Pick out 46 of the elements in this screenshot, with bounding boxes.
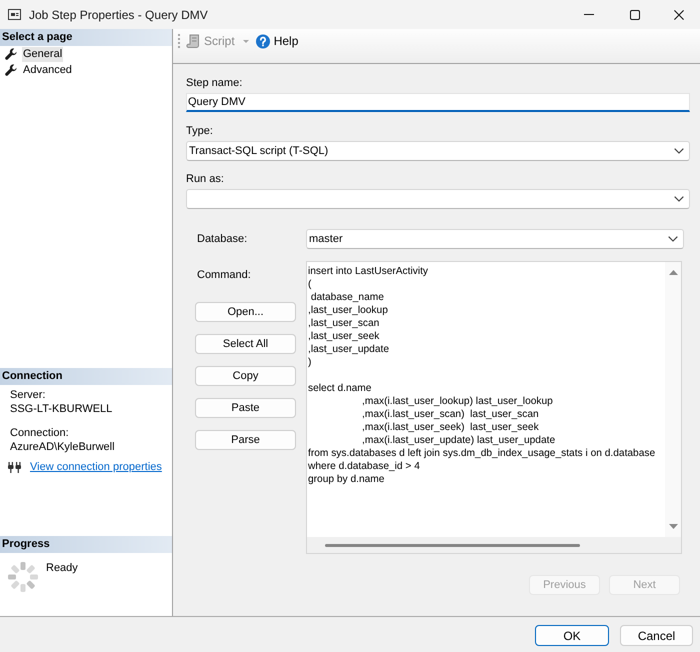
wrench-icon (5, 64, 17, 76)
wrench-icon (5, 48, 17, 60)
section-header: Select a page (0, 29, 172, 46)
field-value: SSG-LT-KBURWELL (10, 402, 114, 416)
ok-button[interactable]: OK (535, 625, 609, 646)
help-button[interactable]: Help (256, 31, 298, 51)
section-header: Connection (0, 368, 172, 385)
sidebar-item[interactable]: General (22, 46, 64, 62)
field-label: Server: (10, 388, 46, 402)
scrollbar-thumb[interactable] (325, 544, 580, 546)
spinner-icon (8, 562, 38, 592)
database-label: Database: (196, 232, 248, 246)
field-value: AzureAD\KyleBurwell (10, 440, 116, 454)
chevron-icon (668, 236, 678, 242)
type-label: Type: (186, 124, 214, 139)
database-dropdown[interactable]: master (306, 229, 684, 249)
chevron-icon (674, 196, 684, 202)
paste-button[interactable]: Paste (195, 398, 296, 418)
window-title: Job Step Properties - Query DMV (29, 8, 209, 22)
open-button[interactable]: Open... (195, 302, 296, 322)
cancel-button[interactable]: Cancel (620, 625, 693, 646)
run-as-dropdown[interactable] (186, 189, 690, 209)
vertical-scrollbar[interactable] (665, 262, 681, 537)
scroll-down-icon[interactable] (668, 524, 678, 529)
command-label: Command: (196, 268, 252, 283)
step-name-label: Step name: (186, 76, 244, 91)
close-icon[interactable] (674, 10, 684, 20)
scroll-up-icon[interactable] (668, 270, 678, 275)
type-dropdown[interactable]: Transact-SQL script (T-SQL) (186, 141, 690, 161)
command-field[interactable]: insert into LastUserActivity ( database_name ,last_user_lookup ,last_user_scan ,last_user_seek ,last_user_update ) select d.name ,max(i.last_user_lookup) last_user_lookup ,max(i.last_user_scan) last_user_scan ,max(i.last_user_seek) last_user_seek ,max(i.last_user_update) last_user_update from sys.databases d left join sys.dm_db_index_usage_stats i on d.database where d.database_id > 4 group by d.name (307, 262, 665, 537)
plug-icon (8, 462, 21, 472)
connection-properties-link[interactable]: View connection properties (30, 460, 162, 474)
help-icon (256, 34, 270, 48)
copy-button[interactable]: Copy (195, 366, 296, 386)
run-as-label: Run as: (186, 172, 225, 187)
sidebar-item[interactable]: Advanced (22, 62, 73, 78)
select-all-button[interactable]: Select All (195, 334, 296, 354)
field-label: Connection: (10, 426, 70, 440)
step-name-field[interactable]: Query DMV (186, 93, 690, 112)
parse-button[interactable]: Parse (195, 430, 296, 450)
scroll-icon (186, 34, 200, 48)
section-header: Progress (0, 536, 172, 553)
chevron-icon (674, 148, 684, 154)
maximize-icon[interactable] (630, 10, 640, 20)
window-icon (8, 9, 21, 20)
progress-status: Ready (46, 561, 78, 575)
